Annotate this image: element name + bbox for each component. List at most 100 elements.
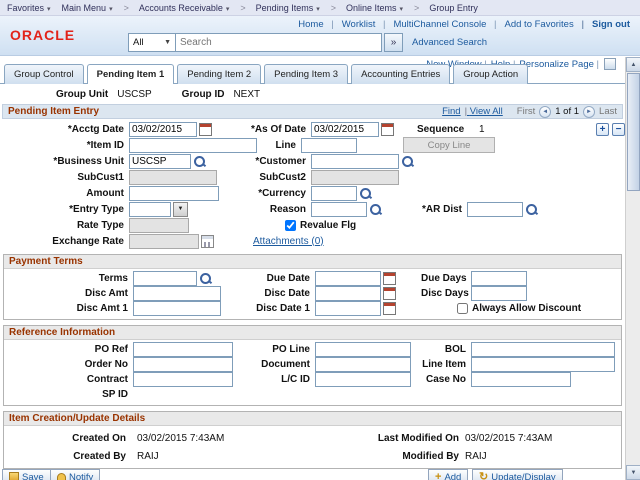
update-display-button[interactable]: ↻ Update/Display: [472, 469, 563, 480]
search-scope-select[interactable]: All ▼: [128, 33, 176, 52]
scroll-up-button[interactable]: ▲: [626, 57, 640, 72]
previous-row-button[interactable]: ◄: [539, 106, 551, 118]
add-to-favorites-link[interactable]: Add to Favorites: [494, 19, 574, 30]
add-label: Add: [444, 472, 461, 480]
multichannel-console-link[interactable]: MultiChannel Console: [383, 19, 486, 30]
item-id-input[interactable]: [129, 138, 257, 153]
bol-input[interactable]: [471, 342, 615, 357]
sign-out-link[interactable]: Sign out: [581, 19, 630, 30]
lookup-icon[interactable]: [359, 187, 372, 200]
order-no-input[interactable]: [133, 357, 233, 372]
audit-header: Item Creation/Update Details: [4, 412, 621, 426]
search-input[interactable]: [176, 33, 382, 52]
delete-row-button[interactable]: −: [612, 123, 625, 136]
business-unit-input[interactable]: [129, 154, 191, 169]
save-button[interactable]: Save: [2, 469, 51, 480]
reason-input[interactable]: [311, 202, 367, 217]
lookup-icon[interactable]: [525, 203, 538, 216]
lookup-icon[interactable]: [369, 203, 382, 216]
revalue-flag-checkbox[interactable]: [285, 220, 296, 231]
tab-group-action[interactable]: Group Action: [453, 64, 528, 84]
modified-by-value: RAIJ: [465, 451, 487, 462]
line-item-input[interactable]: [471, 357, 615, 372]
subcust2-label: SubCust2: [239, 172, 311, 183]
lookup-icon[interactable]: [199, 272, 212, 285]
payment-row-disc: Disc Amt Disc Date Disc Days: [4, 286, 621, 301]
form-row-subcust: SubCust1 SubCust2: [0, 169, 625, 185]
disc-days-input[interactable]: [471, 286, 527, 301]
disc-amt-input[interactable]: [133, 286, 221, 301]
personalize-page-link[interactable]: Personalize Page: [519, 59, 599, 70]
reference-information-title: Reference Information: [9, 327, 115, 338]
search-go-button[interactable]: »: [384, 33, 403, 52]
terms-input[interactable]: [133, 271, 197, 286]
scrollbar-thumb[interactable]: [627, 73, 640, 191]
calendar-icon[interactable]: [199, 123, 212, 136]
calendar-icon[interactable]: [383, 287, 396, 300]
copy-line-button[interactable]: Copy Line: [403, 137, 495, 153]
po-ref-input[interactable]: [133, 342, 233, 357]
breadcrumb-favorites[interactable]: Favorites: [7, 3, 51, 13]
calendar-icon[interactable]: [381, 123, 394, 136]
search-bar: All ▼ » Advanced Search: [128, 33, 487, 52]
calculator-icon[interactable]: [201, 235, 214, 248]
case-no-input[interactable]: [471, 372, 571, 387]
breadcrumb-pending-items[interactable]: Pending Items: [240, 3, 319, 13]
always-allow-discount-checkbox[interactable]: [457, 303, 468, 314]
home-link[interactable]: Home: [298, 19, 323, 30]
as-of-date-input[interactable]: [311, 122, 379, 137]
entry-type-dropdown-button[interactable]: ▼: [173, 202, 188, 217]
acctg-date-input[interactable]: [129, 122, 197, 137]
tab-group-control[interactable]: Group Control: [4, 64, 84, 84]
reference-row-sp-id: SP ID: [4, 387, 621, 402]
tab-pending-item-1[interactable]: Pending Item 1: [87, 64, 175, 84]
view-all-link[interactable]: View All: [465, 106, 503, 117]
subcust2-input: [311, 170, 399, 185]
scroll-down-button[interactable]: ▼: [626, 465, 640, 480]
amount-input[interactable]: [129, 186, 219, 201]
attachments-link[interactable]: Attachments (0): [253, 236, 324, 247]
lc-id-input[interactable]: [315, 372, 411, 387]
disc-amt1-input[interactable]: [133, 301, 221, 316]
add-button[interactable]: + Add: [428, 469, 468, 480]
po-line-input[interactable]: [315, 342, 411, 357]
tab-accounting-entries[interactable]: Accounting Entries: [351, 64, 450, 84]
form-row-amount: Amount *Currency: [0, 185, 625, 201]
advanced-search-link[interactable]: Advanced Search: [412, 37, 487, 48]
entry-type-input[interactable]: [129, 202, 171, 217]
item-id-label: *Item ID: [2, 140, 129, 151]
section-nav: Find View All First ◄ 1 of 1 ► Last: [442, 106, 617, 118]
calendar-icon[interactable]: [383, 272, 396, 285]
currency-input[interactable]: [311, 186, 357, 201]
reference-row-contract: Contract L/C ID Case No: [4, 372, 621, 387]
worklist-link[interactable]: Worklist: [331, 19, 375, 30]
tab-pending-item-3[interactable]: Pending Item 3: [264, 64, 348, 84]
plus-icon: +: [600, 124, 606, 135]
due-days-input[interactable]: [471, 271, 527, 286]
tab-pending-item-2[interactable]: Pending Item 2: [177, 64, 261, 84]
disc-date-input[interactable]: [315, 286, 381, 301]
breadcrumb-main-menu[interactable]: Main Menu: [62, 3, 113, 13]
sp-id-label: SP ID: [6, 389, 133, 400]
lookup-icon[interactable]: [193, 155, 206, 168]
find-link[interactable]: Find: [442, 106, 460, 117]
add-row-button[interactable]: +: [596, 123, 609, 136]
due-date-input[interactable]: [315, 271, 381, 286]
breadcrumb-accounts-receivable[interactable]: Accounts Receivable: [124, 3, 230, 13]
customer-input[interactable]: [311, 154, 399, 169]
vertical-scrollbar[interactable]: ▲ ▼: [625, 57, 640, 480]
disc-amt-label: Disc Amt: [6, 288, 133, 299]
ar-dist-input[interactable]: [467, 202, 523, 217]
document-input[interactable]: [315, 357, 411, 372]
contract-input[interactable]: [133, 372, 233, 387]
breadcrumb-online-items[interactable]: Online Items: [331, 3, 403, 13]
line-input[interactable]: [301, 138, 357, 153]
next-row-button[interactable]: ►: [583, 106, 595, 118]
notify-button[interactable]: Notify: [50, 469, 100, 480]
search-scope-value: All: [133, 37, 144, 48]
lookup-icon[interactable]: [401, 155, 414, 168]
disc-date1-input[interactable]: [315, 301, 381, 316]
calendar-icon[interactable]: [383, 302, 396, 315]
copy-url-icon[interactable]: [604, 58, 616, 70]
chevron-down-icon: ▼: [178, 206, 184, 212]
